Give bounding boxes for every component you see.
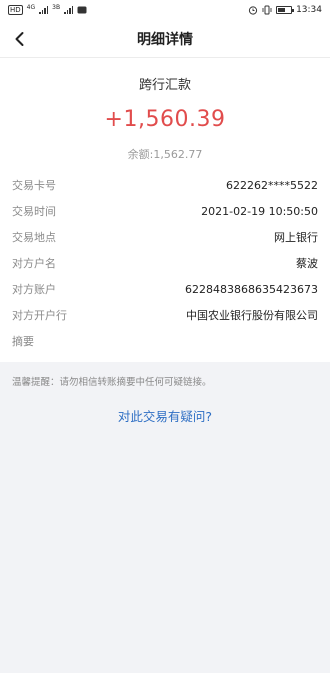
detail-label: 摘要 [12, 335, 34, 348]
status-time: 13:34 [296, 5, 322, 15]
signal-icon [39, 6, 49, 14]
detail-row-memo: 摘要 [0, 328, 330, 354]
chevron-left-icon [15, 32, 24, 46]
detail-value: 网上银行 [274, 231, 318, 244]
detail-label: 交易地点 [12, 231, 56, 244]
network-speed-label: 3B [52, 4, 61, 11]
detail-value: 2021-02-19 10:50:50 [201, 204, 318, 218]
page-title: 明细详情 [137, 31, 193, 48]
status-bar: HD 4G 3B 13:34 [0, 0, 330, 20]
transaction-type: 跨行汇款 [138, 78, 191, 93]
battery-icon [276, 6, 295, 14]
account-balance: 余额:1,562.77 [127, 148, 203, 161]
transaction-card: 跨行汇款 +1,560.39 余额:1,562.77 交易卡号 622262**… [0, 58, 330, 362]
warning-tip: 温馨提醒：请勿相信转账摘要中任何可疑链接。 [12, 377, 212, 388]
transaction-amount: +1,560.39 [104, 107, 226, 132]
detail-value: 中国农业银行股份有限公司 [186, 309, 318, 322]
detail-row-time: 交易时间 2021-02-19 10:50:50 [0, 198, 330, 224]
detail-label: 对方开户行 [12, 309, 67, 322]
detail-label: 对方户名 [12, 257, 56, 270]
detail-row-counterparty-bank: 对方开户行 中国农业银行股份有限公司 [0, 302, 330, 328]
detail-value: 蔡波 [296, 257, 318, 270]
detail-row-card-number: 交易卡号 622262****5522 [0, 172, 330, 198]
detail-label: 交易卡号 [12, 179, 56, 192]
detail-row-location: 交易地点 网上银行 [0, 224, 330, 250]
detail-row-counterparty-name: 对方户名 蔡波 [0, 250, 330, 276]
detail-label: 对方账户 [12, 283, 56, 296]
message-icon [77, 6, 87, 14]
hd-badge: HD [8, 5, 23, 15]
detail-label: 交易时间 [12, 205, 56, 218]
detail-row-counterparty-account: 对方账户 6228483868635423673 [0, 276, 330, 302]
detail-list: 交易卡号 622262****5522 交易时间 2021-02-19 10:5… [0, 172, 330, 362]
detail-value: 622262****5522 [226, 178, 318, 192]
transaction-question-link[interactable]: 对此交易有疑问? [0, 406, 330, 425]
signal-icon-2 [64, 6, 74, 14]
network-type-label: 4G [26, 4, 36, 11]
alarm-icon [248, 6, 258, 15]
back-button[interactable] [10, 29, 30, 49]
navigation-bar: 明细详情 [0, 20, 330, 58]
vibrate-icon [262, 5, 272, 15]
detail-value: 6228483868635423673 [185, 282, 318, 296]
